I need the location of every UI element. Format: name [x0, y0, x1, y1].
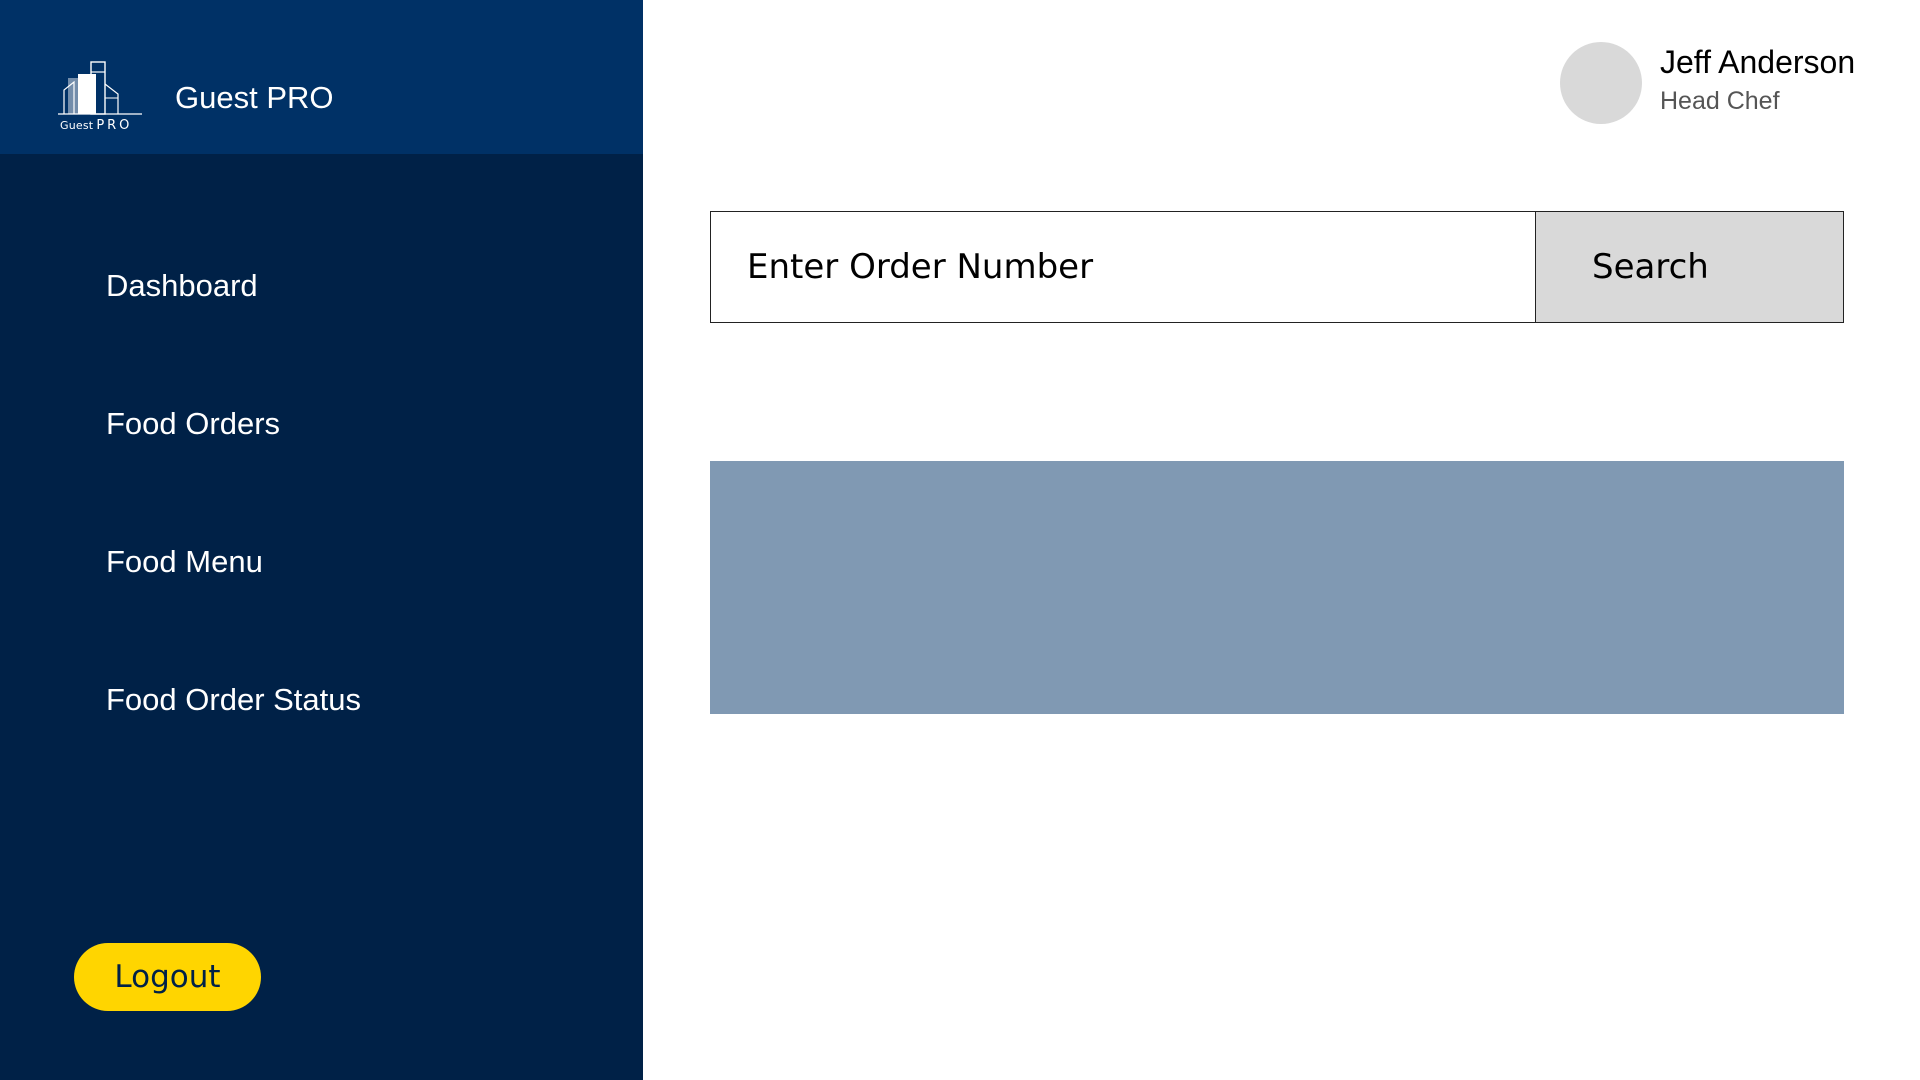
building-logo-icon: Guest PRO: [58, 58, 144, 134]
sidebar-item-food-menu[interactable]: Food Menu: [106, 542, 263, 582]
logo-wordmark: Guest PRO: [60, 118, 132, 133]
logout-button[interactable]: Logout: [74, 943, 261, 1011]
user-role: Head Chef: [1660, 87, 1780, 115]
brand-bar: Guest PRO Guest PRO: [0, 0, 643, 154]
sidebar-item-food-orders[interactable]: Food Orders: [106, 404, 280, 444]
logo-wordmark-pro: PRO: [96, 118, 133, 133]
user-avatar[interactable]: [1560, 42, 1642, 124]
search-button[interactable]: Search: [1535, 211, 1844, 323]
sidebar: Guest PRO Guest PRO Dashboard Food Orders…: [0, 0, 643, 1080]
sidebar-item-food-order-status[interactable]: Food Order Status: [106, 680, 361, 720]
app-root: Guest PRO Guest PRO Dashboard Food Orders…: [0, 0, 1920, 1080]
order-result-panel: [710, 461, 1844, 714]
logo-wordmark-guest: Guest: [60, 119, 94, 132]
building-logo-graphic: [58, 61, 142, 115]
brand-title: Guest PRO: [175, 80, 334, 115]
sidebar-item-dashboard[interactable]: Dashboard: [106, 266, 258, 306]
order-number-search-input[interactable]: [710, 211, 1535, 323]
user-name: Jeff Anderson: [1660, 44, 1856, 80]
